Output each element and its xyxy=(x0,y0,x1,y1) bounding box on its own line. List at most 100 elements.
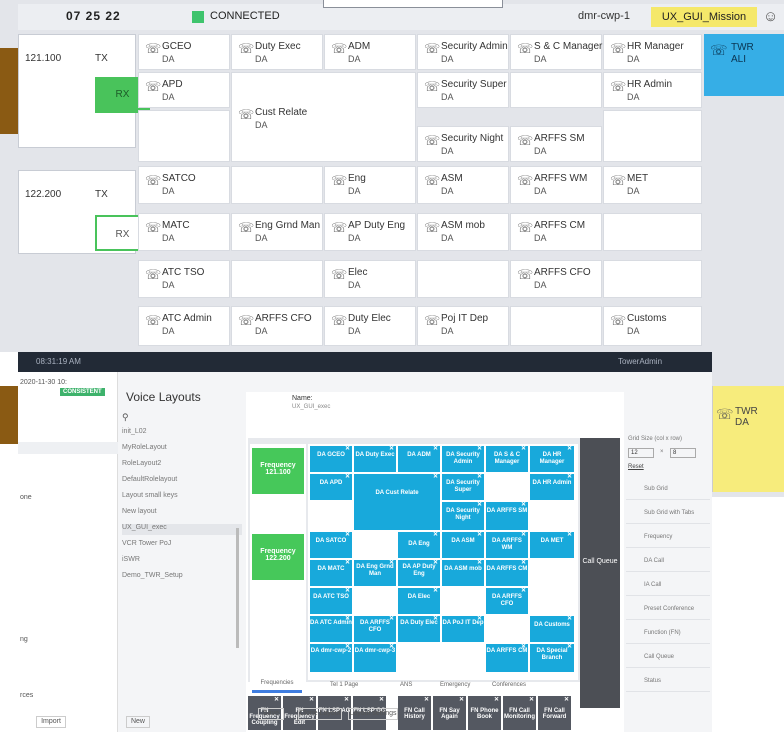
grid-da-cell[interactable]: ✕ DA AP Duty Eng xyxy=(398,560,440,586)
call-queue-panel[interactable]: Call Queue xyxy=(580,438,620,708)
da-cell[interactable]: ☏ AP Duty Eng DA xyxy=(324,213,416,251)
da-cell[interactable]: ☏ Cust Relate DA xyxy=(231,72,416,162)
grid-da-cell[interactable]: ✕ DA HR Admin xyxy=(530,474,574,500)
grid-rows-input[interactable]: 8 xyxy=(670,448,696,458)
clone-layout-button[interactable]: Clone Layout xyxy=(298,708,342,720)
palette-sub-grid-tabs[interactable]: Sub Grid with Tabs xyxy=(626,502,710,524)
da-cell[interactable]: ☏ Duty Exec DA xyxy=(231,34,323,70)
palette-function[interactable]: Function (FN) xyxy=(626,622,710,644)
frequency-box-1[interactable]: 121.100 TX RX xyxy=(18,34,150,148)
layout-item-selected[interactable]: UX_GUI_exec xyxy=(122,524,242,535)
empty-cell[interactable] xyxy=(603,213,702,251)
twr-da-button[interactable]: ☏ TWR DA xyxy=(712,386,784,492)
da-cell[interactable]: ☏ ARFFS WM DA xyxy=(510,166,602,204)
layout-item[interactable]: Demo_TWR_Setup xyxy=(122,572,242,583)
grid-da-cell[interactable]: ✕ DA PoJ IT Dep xyxy=(442,616,484,642)
da-cell[interactable]: ☏ ARFFS CFO DA xyxy=(510,260,602,298)
palette-status[interactable]: Status xyxy=(626,670,710,692)
tab-tel-1-page[interactable]: Tel 1 Page xyxy=(330,682,358,692)
grid-da-cell[interactable]: ✕ DA Eng Grnd Man xyxy=(354,560,396,586)
new-layout-button[interactable]: New xyxy=(126,716,150,728)
grid-da-cell[interactable]: ✕ DA Security Night xyxy=(442,502,484,530)
fn-button[interactable]: ✕ FN Call Monitoring xyxy=(503,696,536,730)
tx-button[interactable]: TX xyxy=(95,189,108,200)
empty-cell[interactable] xyxy=(231,260,323,298)
fn-button[interactable]: ✕ FN Phone Book xyxy=(468,696,501,730)
grid-cols-input[interactable]: 12 xyxy=(628,448,654,458)
layout-item[interactable]: RoleLayout2 xyxy=(122,460,242,471)
layout-settings-button[interactable]: Layout settings xyxy=(348,708,398,720)
da-cell[interactable]: ☏ Elec DA xyxy=(324,260,416,298)
empty-cell[interactable] xyxy=(603,110,702,162)
da-cell[interactable]: ☏ Security Admin DA xyxy=(417,34,509,70)
titlebar-user[interactable]: TowerAdmin xyxy=(618,357,662,366)
grid-da-cell[interactable]: ✕ DA Security Admin xyxy=(442,446,484,472)
da-cell[interactable]: ☏ APD DA xyxy=(138,72,230,108)
palette-frequency[interactable]: Frequency xyxy=(626,526,710,548)
da-cell[interactable]: ☏ ARFFS SM DA xyxy=(510,126,602,162)
nav-item[interactable]: ng xyxy=(20,636,28,643)
da-cell[interactable]: ☏ ARFFS CM DA xyxy=(510,213,602,251)
fn-button[interactable]: ✕ FN Say Again xyxy=(433,696,466,730)
grid-frequency-1[interactable]: Frequency 121.100 xyxy=(252,448,304,494)
da-cell[interactable]: ☏ MATC DA xyxy=(138,213,230,251)
empty-cell[interactable] xyxy=(510,72,602,108)
grid-da-cell[interactable]: ✕ DA ASM xyxy=(442,532,484,558)
grid-da-cell[interactable]: ✕ DA ASM mob xyxy=(442,560,484,586)
import-button[interactable]: Import xyxy=(36,716,66,728)
layout-item[interactable]: VCR Tower PoJ xyxy=(122,540,242,551)
da-cell[interactable]: ☏ Eng DA xyxy=(324,166,416,204)
layout-item[interactable]: DefaultRolelayout xyxy=(122,476,242,487)
tx-button[interactable]: TX xyxy=(95,53,108,64)
da-cell[interactable]: ☏ MET DA xyxy=(603,166,702,204)
mission-button[interactable]: UX_GUI_Mission xyxy=(651,7,757,27)
layout-item[interactable]: New layout xyxy=(122,508,242,519)
da-cell[interactable]: ☏ HR Manager DA xyxy=(603,34,702,70)
fn-button[interactable]: ✕ FN Call Forward xyxy=(538,696,571,730)
grid-da-cell[interactable]: ✕ DA HR Manager xyxy=(530,446,574,472)
grid-da-cell[interactable]: ✕ DA GCEO xyxy=(310,446,352,472)
da-cell[interactable]: ☏ ADM DA xyxy=(324,34,416,70)
da-cell[interactable]: ☏ SATCO DA xyxy=(138,166,230,204)
da-cell[interactable]: ☏ S & C Manager DA xyxy=(510,34,602,70)
twr-ali-button[interactable]: ☏ TWR ALI xyxy=(704,34,784,96)
empty-cell[interactable] xyxy=(417,260,509,298)
grid-da-cell[interactable]: ✕ DA ATC Admin xyxy=(310,616,352,642)
fn-button[interactable]: ✕ FN Call History xyxy=(398,696,431,730)
grid-da-cell[interactable]: ✕ DA ATC TSO xyxy=(310,588,352,614)
frequencies-tab[interactable]: Frequencies xyxy=(252,680,302,693)
grid-da-cell[interactable]: ✕ DA MATC xyxy=(310,560,352,586)
nav-item[interactable]: one xyxy=(20,494,32,501)
frequency-box-2[interactable]: 122.200 TX RX xyxy=(18,170,150,254)
da-cell[interactable]: ☏ ASM DA xyxy=(417,166,509,204)
da-cell[interactable]: ☏ HR Admin DA xyxy=(603,72,702,108)
grid-da-cell[interactable]: ✕ DA ARFFS CM xyxy=(486,560,528,586)
empty-cell[interactable] xyxy=(510,306,602,346)
da-cell[interactable]: ☏ ATC TSO DA xyxy=(138,260,230,298)
grid-da-cell[interactable]: ✕ DA APD xyxy=(310,474,352,500)
grid-da-cell[interactable]: ✕ DA ADM xyxy=(398,446,440,472)
da-cell[interactable]: ☏ Eng Grnd Man DA xyxy=(231,213,323,251)
search-icon[interactable]: ⚲ xyxy=(122,412,129,423)
grid-da-cell[interactable]: ✕ DA dmr-cwp-2 xyxy=(310,644,352,672)
grid-da-cell[interactable]: ✕ DA dmr-cwp-3 xyxy=(354,644,396,672)
list-scrollbar[interactable] xyxy=(236,528,239,648)
da-cell[interactable]: ☏ Security Night DA xyxy=(417,126,509,162)
grid-da-cell[interactable]: ✕ DA ARFFS SM xyxy=(486,502,528,530)
tab-conferences[interactable]: Conferences xyxy=(492,682,526,692)
palette-da-call[interactable]: DA Call xyxy=(626,550,710,572)
nav-item[interactable]: rces xyxy=(20,692,33,699)
layout-item[interactable]: Layout small keys xyxy=(122,492,242,503)
save-button[interactable]: Save xyxy=(258,708,284,720)
grid-da-cell[interactable]: ✕ DA Duty Elec xyxy=(398,616,440,642)
grid-da-cell[interactable]: ✕ DA MET xyxy=(530,532,574,558)
da-cell[interactable]: ☏ ARFFS CFO DA xyxy=(231,306,323,346)
grid-da-cell[interactable]: ✕ DA ARFFS CFO xyxy=(486,588,528,614)
grid-da-cell[interactable]: ✕ DA Special Branch xyxy=(530,644,574,672)
reset-button[interactable]: Reset xyxy=(628,464,644,470)
user-icon[interactable]: ☺ xyxy=(763,8,778,25)
layout-item[interactable]: MyRoleLayout xyxy=(122,444,242,455)
da-cell[interactable]: ☏ Duty Elec DA xyxy=(324,306,416,346)
tab-ans[interactable]: ANS xyxy=(400,682,412,692)
tab-emergency[interactable]: Emergency xyxy=(440,682,470,692)
